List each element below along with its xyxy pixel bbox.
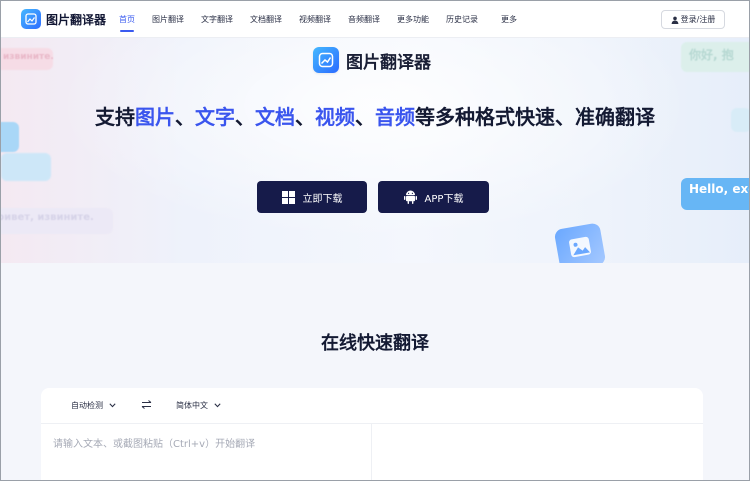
- android-icon: [403, 190, 417, 204]
- decor-bubble-right-mid: Hello, exc: [681, 178, 749, 210]
- chevron-down-icon: [109, 403, 116, 408]
- decor-bubble-left-bottom: ривет, извините.: [1, 208, 113, 234]
- nav-audio-translate[interactable]: 音频翻译: [348, 1, 380, 38]
- headline-text: 、: [175, 105, 195, 129]
- nav-document-translate[interactable]: 文档翻译: [250, 1, 282, 38]
- site-logo[interactable]: 图片翻译器: [21, 9, 106, 29]
- hero-brand-name: 图片翻译器: [346, 52, 431, 73]
- translator-panel: 自动检测 简体中文 请输入文本、或截图粘贴（Ctrl+v）开始翻译: [41, 388, 703, 481]
- headline-text: 等多种格式快速、准确翻译: [415, 105, 655, 129]
- headline-highlight: 文字: [195, 105, 235, 129]
- hero-headline: 支持图片、文字、文档、视频、音频等多种格式快速、准确翻译: [1, 101, 749, 130]
- image-translate-icon: [21, 9, 41, 29]
- nav-image-translate[interactable]: 图片翻译: [152, 1, 184, 38]
- target-language-label: 简体中文: [176, 401, 208, 410]
- nav-video-translate[interactable]: 视频翻译: [299, 1, 331, 38]
- decor-image-tile-icon: [553, 222, 607, 263]
- headline-highlight: 视频: [315, 105, 355, 129]
- headline-highlight: 音频: [375, 105, 415, 129]
- app-download-label: APP下载: [424, 193, 464, 205]
- brand-logo-icon: [313, 47, 339, 73]
- headline-text: 、: [295, 105, 315, 129]
- decor-bubble-right-top: 你好, 抱: [681, 42, 749, 72]
- headline-highlight: 文档: [255, 105, 295, 129]
- chevron-down-icon: [214, 403, 221, 408]
- target-language-select[interactable]: 简体中文: [176, 400, 221, 411]
- language-bar: 自动检测 简体中文: [41, 388, 703, 424]
- headline-text: 、: [355, 105, 375, 129]
- hero-brand: 图片翻译器: [313, 47, 431, 73]
- decor-bubble-left-mid2: [1, 153, 51, 181]
- app-download-button[interactable]: APP下载: [378, 181, 489, 213]
- nav-home[interactable]: 首页: [119, 1, 135, 38]
- source-text-input[interactable]: 请输入文本、或截图粘贴（Ctrl+v）开始翻译: [41, 424, 372, 481]
- hero-banner: извините. ривет, извините. 你好, 抱 Hello, …: [1, 38, 749, 263]
- top-navbar: 图片翻译器 首页 图片翻译 文字翻译 文档翻译 视频翻译 音频翻译 更多功能 历…: [1, 1, 749, 38]
- decor-bubble-left-top: извините.: [1, 48, 54, 70]
- source-language-select[interactable]: 自动检测: [71, 400, 116, 411]
- nav-text-translate[interactable]: 文字翻译: [201, 1, 233, 38]
- download-label: 立即下载: [302, 193, 343, 205]
- nav-more-features[interactable]: 更多功能: [397, 1, 429, 38]
- nav-history[interactable]: 历史记录: [446, 1, 478, 38]
- headline-text: 支持: [95, 105, 135, 129]
- login-register-button[interactable]: 登录/注册: [661, 10, 725, 29]
- swap-languages-icon[interactable]: [141, 400, 152, 409]
- logo-text: 图片翻译器: [46, 12, 107, 27]
- login-label: 登录/注册: [680, 15, 716, 24]
- windows-icon: [281, 190, 295, 204]
- section-title: 在线快速翻译: [321, 333, 429, 354]
- source-language-label: 自动检测: [71, 401, 103, 410]
- download-button[interactable]: 立即下载: [257, 181, 367, 213]
- nav-more[interactable]: 更多: [501, 1, 517, 38]
- main-nav: 首页 图片翻译 文字翻译 文档翻译 视频翻译 音频翻译 更多功能 历史记录 更多: [119, 1, 534, 38]
- input-placeholder: 请输入文本、或截图粘贴（Ctrl+v）开始翻译: [53, 439, 256, 450]
- user-icon: [671, 16, 679, 24]
- headline-highlight: 图片: [135, 105, 175, 129]
- headline-text: 、: [235, 105, 255, 129]
